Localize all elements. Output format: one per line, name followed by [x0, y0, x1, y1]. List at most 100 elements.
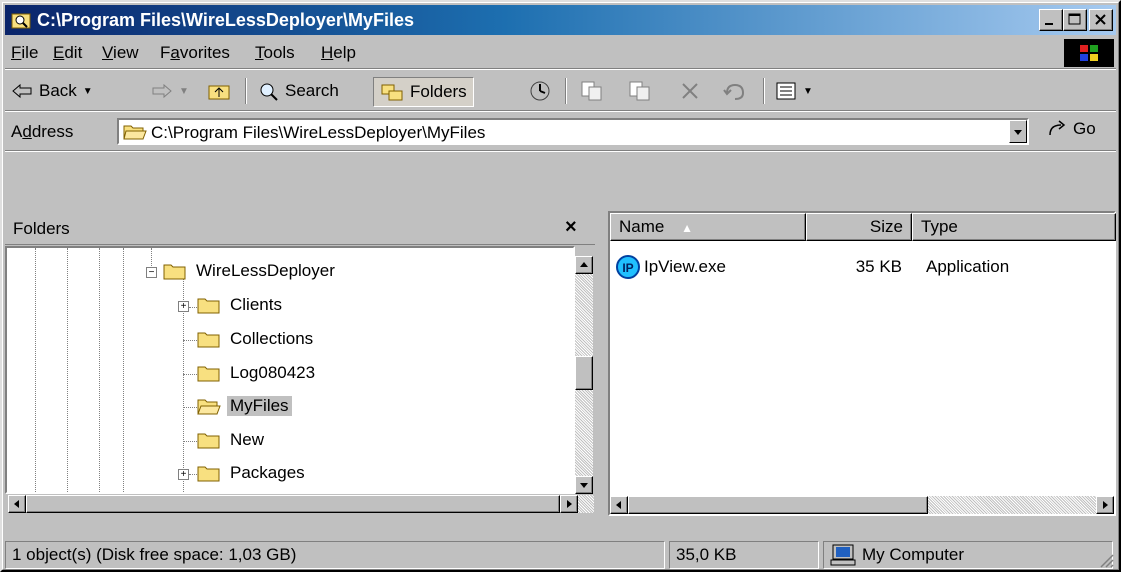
move-to-icon: [581, 81, 602, 101]
tree-item-clients[interactable]: Clients: [197, 295, 285, 315]
scroll-thumb[interactable]: [26, 495, 560, 513]
delete-button[interactable]: [679, 77, 701, 105]
folder-tree[interactable]: − WireLessDeployer + Clients Collections…: [5, 246, 575, 494]
scroll-thumb[interactable]: [575, 356, 593, 390]
address-dropdown-button[interactable]: [1009, 120, 1027, 143]
menu-bar: File Edit View Favorites Tools Help: [5, 38, 1116, 69]
tree-item-collections[interactable]: Collections: [197, 329, 316, 349]
status-size: 35,0 KB: [669, 541, 819, 569]
menu-edit[interactable]: Edit: [53, 43, 82, 63]
maximize-button[interactable]: [1063, 9, 1087, 31]
arrow-up-icon: [580, 262, 588, 267]
menu-tools[interactable]: Tools: [255, 43, 295, 63]
forward-button[interactable]: ▼: [151, 77, 189, 105]
address-label: Address: [11, 122, 74, 141]
forward-dropdown-icon[interactable]: ▼: [179, 86, 189, 97]
resize-grip-icon[interactable]: [1096, 550, 1114, 568]
search-button[interactable]: Search: [257, 77, 339, 105]
back-dropdown-icon[interactable]: ▼: [83, 86, 93, 97]
folders-button[interactable]: Folders: [373, 77, 474, 107]
tree-item-packages[interactable]: Packages: [197, 463, 308, 483]
my-computer-icon: [830, 544, 856, 566]
folders-pane-title: Folders: [13, 219, 70, 238]
views-button[interactable]: ▼: [775, 77, 813, 105]
folder-tree-vertical-scrollbar[interactable]: [575, 256, 593, 494]
window-title: C:\Program Files\WireLessDeployer\MyFile…: [37, 10, 414, 30]
close-icon: [1095, 14, 1106, 25]
folder-icon: [197, 332, 220, 348]
scroll-right-button[interactable]: [1096, 496, 1114, 514]
tree-item-new[interactable]: New: [197, 430, 267, 450]
tree-item-myfiles[interactable]: MyFiles: [197, 396, 292, 416]
address-bar: Address C:\Program Files\WireLessDeploye…: [5, 114, 1116, 151]
tree-collapse-toggle[interactable]: −: [146, 267, 157, 278]
folder-icon: [163, 264, 186, 280]
menu-favorites[interactable]: Favorites: [160, 43, 230, 63]
file-list-horizontal-scrollbar[interactable]: [610, 496, 1114, 514]
menu-file[interactable]: File: [11, 43, 38, 63]
scroll-thumb[interactable]: [628, 496, 928, 514]
scroll-right-button[interactable]: [560, 495, 578, 513]
tree-guide-line: [67, 248, 69, 492]
file-list-pane[interactable]: Name ▲ Size Type IP IpView.exe 35 KB App…: [608, 211, 1116, 516]
explorer-folder-icon: [11, 13, 31, 29]
views-dropdown-icon[interactable]: ▼: [803, 86, 813, 97]
arrow-down-icon: [580, 483, 588, 488]
go-button[interactable]: Go: [1047, 119, 1096, 139]
scroll-up-button[interactable]: [575, 256, 593, 274]
status-zone: My Computer: [823, 541, 1113, 569]
ipview-app-icon: IP: [616, 255, 640, 279]
scroll-left-button[interactable]: [8, 495, 26, 513]
minimize-icon: [1045, 23, 1053, 25]
history-button[interactable]: [528, 77, 552, 105]
file-size: 35 KB: [855, 257, 902, 276]
toolbar-separator: [565, 78, 567, 104]
folder-icon: [197, 366, 220, 382]
tree-guide-line: [35, 248, 37, 492]
folder-icon: [197, 433, 220, 449]
file-type: Application: [926, 257, 1010, 276]
column-header-type[interactable]: Type: [912, 213, 1116, 241]
folder-tree-horizontal-scrollbar[interactable]: [8, 495, 594, 513]
tree-item-log080423[interactable]: Log080423: [197, 363, 318, 383]
folders-icon: [381, 84, 403, 101]
address-input[interactable]: C:\Program Files\WireLessDeployer\MyFile…: [117, 118, 1029, 145]
arrow-right-icon: [567, 500, 572, 508]
column-header-size[interactable]: Size: [806, 213, 912, 241]
views-icon: [776, 82, 796, 100]
toolbar-separator: [245, 78, 247, 104]
chevron-down-icon: [1014, 130, 1022, 135]
folders-pane-close-button[interactable]: ×: [565, 216, 577, 239]
close-button[interactable]: [1089, 9, 1113, 31]
menu-help[interactable]: Help: [321, 43, 356, 63]
arrow-left-icon: [14, 500, 19, 508]
menu-view[interactable]: View: [102, 43, 139, 63]
move-to-button[interactable]: [579, 77, 605, 105]
maximize-icon: [1068, 13, 1081, 25]
tree-expand-toggle[interactable]: +: [178, 301, 189, 312]
tree-item-wirelessdeployer[interactable]: WireLessDeployer: [163, 261, 338, 281]
scroll-down-button[interactable]: [575, 476, 593, 494]
status-objects: 1 object(s) (Disk free space: 1,03 GB): [5, 541, 665, 569]
open-folder-icon: [197, 399, 221, 415]
minimize-button[interactable]: [1039, 9, 1063, 31]
title-bar[interactable]: C:\Program Files\WireLessDeployer\MyFile…: [5, 5, 1116, 35]
back-button[interactable]: Back ▼: [11, 77, 93, 105]
status-bar: 1 object(s) (Disk free space: 1,03 GB) 3…: [5, 540, 1116, 570]
explorer-window: C:\Program Files\WireLessDeployer\MyFile…: [0, 0, 1121, 572]
pane-splitter[interactable]: [596, 211, 606, 516]
tree-expand-toggle[interactable]: +: [178, 469, 189, 480]
sort-ascending-icon: ▲: [681, 221, 693, 235]
tree-guide-line: [99, 248, 101, 492]
toolbar-separator: [763, 78, 765, 104]
history-icon: [530, 81, 550, 101]
folders-pane-header: Folders ×: [5, 212, 595, 245]
copy-to-icon: [629, 81, 650, 101]
scroll-left-button[interactable]: [610, 496, 628, 514]
copy-to-button[interactable]: [627, 77, 653, 105]
column-header-name[interactable]: Name ▲: [610, 213, 806, 241]
search-icon: [260, 83, 278, 101]
file-name: IpView.exe: [644, 257, 726, 276]
undo-button[interactable]: [723, 77, 747, 105]
up-button[interactable]: [207, 77, 231, 105]
